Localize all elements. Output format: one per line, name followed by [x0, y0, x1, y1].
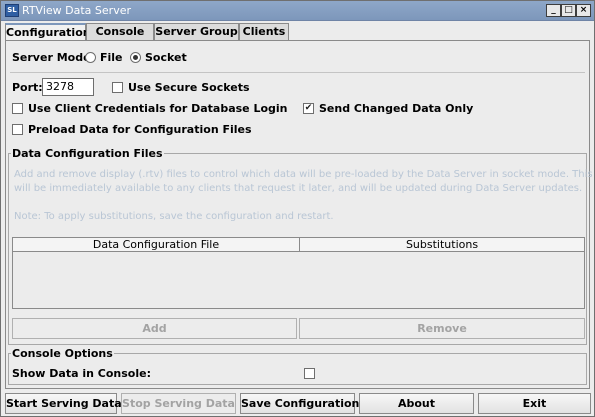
maximize-button[interactable]: □ [561, 4, 576, 17]
start-serving-button[interactable]: Start Serving Data [5, 393, 122, 414]
data-config-note: Note: To apply substitutions, save the c… [14, 211, 334, 222]
port-label: Port: [12, 81, 43, 94]
remove-button[interactable]: Remove [299, 318, 585, 339]
send-changed-checkbox[interactable]: ✔ [303, 103, 314, 114]
send-changed-label[interactable]: Send Changed Data Only [319, 102, 473, 115]
mode-file-label[interactable]: File [100, 51, 123, 64]
column-header-substitutions[interactable]: Substitutions [300, 238, 584, 252]
app-window: SL RTView Data Server _ □ × Configuratio… [0, 0, 595, 417]
mode-socket-label[interactable]: Socket [145, 51, 187, 64]
column-header-config-file[interactable]: Data Configuration File [13, 238, 300, 252]
data-config-description-line1: Add and remove display (.rtv) files to c… [14, 169, 595, 180]
server-mode-label: Server Mode: [12, 51, 95, 64]
use-secure-sockets-checkbox[interactable] [112, 82, 123, 93]
mode-file-radio[interactable] [85, 52, 96, 63]
tab-console[interactable]: Console [86, 23, 154, 41]
client-credentials-checkbox[interactable] [12, 103, 23, 114]
window-title: RTView Data Server [22, 4, 131, 17]
exit-button[interactable]: Exit [478, 393, 591, 414]
divider [10, 72, 585, 73]
about-button[interactable]: About [359, 393, 474, 414]
configuration-panel: Server Mode: File Socket Port: 3278 Use … [5, 40, 595, 389]
mode-socket-radio[interactable] [130, 52, 141, 63]
console-options-title: Console Options [11, 347, 114, 360]
app-logo-icon: SL [5, 4, 19, 17]
tab-clients[interactable]: Clients [239, 23, 289, 41]
tab-server-group[interactable]: Server Group [154, 23, 239, 41]
show-data-checkbox[interactable] [304, 368, 315, 379]
stop-serving-button[interactable]: Stop Serving Data [121, 393, 236, 414]
data-config-files-title: Data Configuration Files [11, 147, 164, 160]
close-button[interactable]: × [576, 4, 591, 17]
client-credentials-label[interactable]: Use Client Credentials for Database Logi… [28, 102, 288, 115]
save-configuration-button[interactable]: Save Configuration [240, 393, 359, 414]
title-bar[interactable]: SL RTView Data Server _ □ × [1, 1, 594, 21]
show-data-label: Show Data in Console: [12, 367, 151, 380]
data-config-table[interactable]: Data Configuration File Substitutions [12, 237, 585, 309]
use-secure-sockets-label[interactable]: Use Secure Sockets [128, 81, 250, 94]
minimize-button[interactable]: _ [546, 4, 561, 17]
port-input[interactable]: 3278 [42, 78, 94, 96]
preload-label[interactable]: Preload Data for Configuration Files [28, 123, 252, 136]
add-button[interactable]: Add [12, 318, 297, 339]
data-config-description-line2: will be immediately available to any cli… [14, 183, 583, 194]
preload-checkbox[interactable] [12, 124, 23, 135]
